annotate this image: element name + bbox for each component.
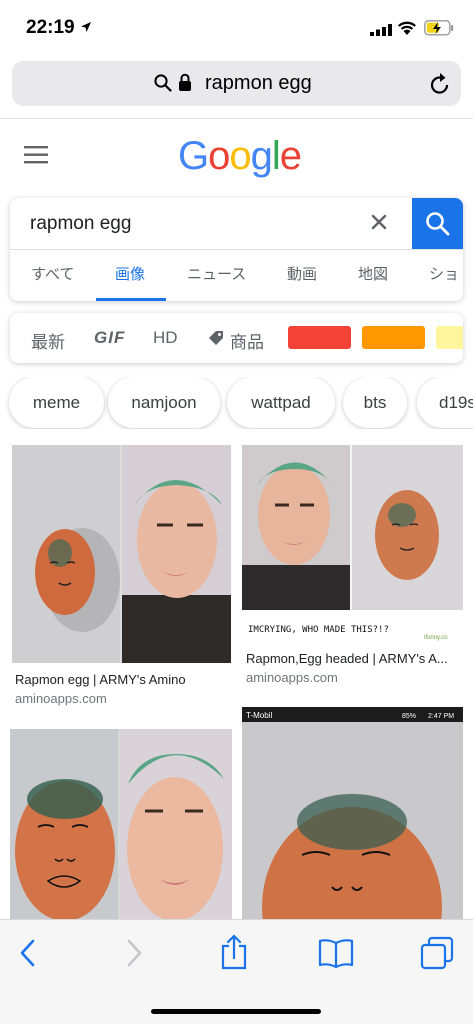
egg-face-photo: IMCRYING, WHO MADE THIS?!? ifunny.co: [242, 445, 463, 642]
meme-caption: IMCRYING, WHO MADE THIS?!?: [248, 625, 389, 635]
result-title[interactable]: Rapmon,Egg headed | ARMY's A...: [246, 651, 448, 666]
egg-face-photo: T-Mobil 85% 2:47 PM: [242, 707, 463, 919]
filter-products[interactable]: 商品: [230, 328, 264, 353]
wifi-icon: [397, 20, 417, 40]
search-tabs: すべて 画像 ニュース 動画 地図 ショ: [10, 250, 463, 301]
tag-icon: [208, 330, 224, 351]
image-filters: 最新 GIF HD 商品: [10, 313, 463, 363]
color-swatch-red[interactable]: [288, 326, 351, 349]
phone-battery: 85%: [402, 713, 416, 720]
bookmarks-icon[interactable]: [318, 938, 354, 973]
tab-maps[interactable]: 地図: [358, 263, 388, 284]
filter-recent[interactable]: 最新: [31, 328, 65, 353]
address-bar[interactable]: rapmon egg: [12, 61, 461, 106]
signal-icon: [370, 23, 392, 41]
chip-d19s[interactable]: d19s: [417, 377, 473, 428]
forward-icon[interactable]: [125, 938, 143, 973]
lock-icon: [178, 73, 192, 97]
result-source: aminoapps.com: [246, 670, 338, 685]
chip-wattpad[interactable]: wattpad: [227, 377, 335, 428]
result-image[interactable]: T-Mobil 85% 2:47 PM: [242, 707, 463, 919]
hamburger-menu-icon[interactable]: [24, 146, 48, 169]
share-icon[interactable]: [220, 934, 248, 975]
tab-images[interactable]: 画像: [115, 263, 145, 284]
result-source: aminoapps.com: [15, 691, 107, 706]
filter-gif[interactable]: GIF: [94, 328, 125, 348]
egg-face-photo: [12, 445, 231, 663]
back-icon[interactable]: [19, 938, 37, 973]
battery-charging-icon: [424, 20, 454, 41]
home-indicator: [151, 1009, 321, 1014]
chip-meme[interactable]: meme: [9, 377, 104, 428]
logo-letter: G: [178, 134, 209, 178]
logo-letter: g: [250, 134, 273, 178]
divider: [0, 118, 473, 119]
result-image[interactable]: IMCRYING, WHO MADE THIS?!? ifunny.co: [242, 445, 463, 642]
url-text: rapmon egg: [205, 72, 312, 94]
logo-letter: o: [229, 134, 251, 178]
filter-hd[interactable]: HD: [153, 328, 178, 348]
color-swatch-yellow[interactable]: [436, 326, 463, 349]
tab-news[interactable]: ニュース: [187, 263, 246, 284]
chip-namjoon[interactable]: namjoon: [108, 377, 220, 428]
tab-videos[interactable]: 動画: [287, 263, 317, 284]
phone-time: 2:47 PM: [428, 713, 454, 720]
egg-face-photo: [10, 729, 232, 919]
tabs-icon[interactable]: [420, 936, 454, 975]
status-bar: 22:19: [0, 0, 473, 58]
logo-letter: e: [279, 134, 302, 178]
color-swatch-orange[interactable]: [362, 326, 425, 349]
related-chips: meme namjoon wattpad bts d19s: [0, 377, 473, 429]
tab-shopping[interactable]: ショ: [429, 263, 459, 284]
search-input[interactable]: rapmon egg: [30, 213, 131, 235]
tab-all[interactable]: すべて: [31, 263, 74, 284]
result-image[interactable]: [12, 445, 231, 663]
chip-bts[interactable]: bts: [343, 377, 407, 428]
location-arrow-icon: [80, 20, 92, 38]
result-title[interactable]: Rapmon egg | ARMY's Amino: [15, 672, 186, 687]
search-icon: [426, 212, 450, 236]
logo-letter: l: [271, 134, 281, 178]
result-image[interactable]: [10, 729, 232, 919]
phone-carrier: T-Mobil: [246, 711, 272, 720]
active-tab-indicator: [96, 298, 166, 301]
search-icon: [154, 74, 172, 97]
clear-icon[interactable]: [371, 214, 387, 235]
search-button[interactable]: [412, 198, 463, 249]
search-panel: rapmon egg すべて 画像 ニュース 動画 地図 ショ: [10, 198, 463, 301]
reload-icon[interactable]: [429, 72, 451, 101]
logo-letter: o: [208, 134, 230, 178]
status-time: 22:19: [26, 17, 75, 38]
watermark: ifunny.co: [424, 635, 448, 641]
google-logo[interactable]: Google: [178, 134, 302, 179]
